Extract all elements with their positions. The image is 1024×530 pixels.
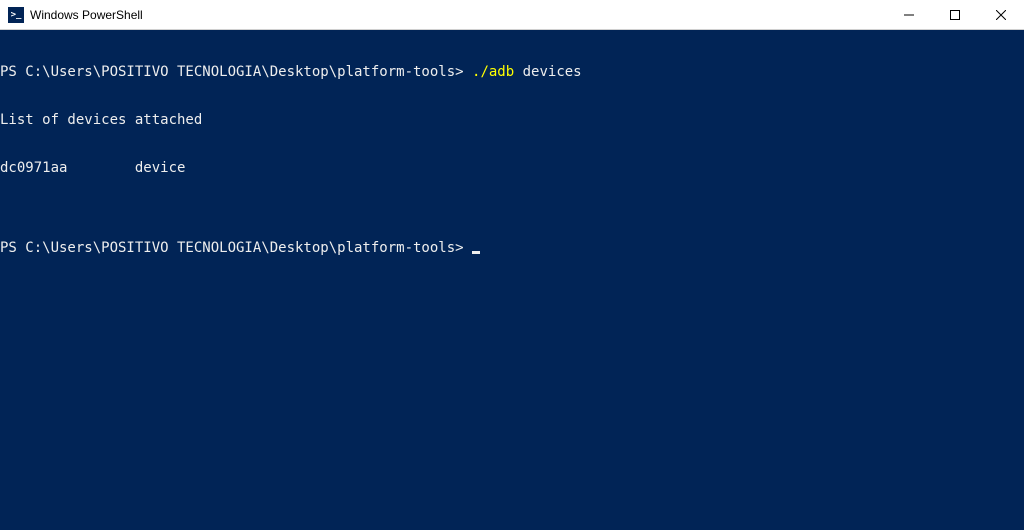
terminal-output-line: List of devices attached [0,112,1024,128]
terminal-area[interactable]: PS C:\Users\POSITIVO TECNOLOGIA\Desktop\… [0,30,1024,530]
cursor-icon [472,251,480,254]
maximize-icon [950,10,960,20]
prompt-text: PS C:\Users\POSITIVO TECNOLOGIA\Desktop\… [0,64,472,80]
titlebar-left: >_ Windows PowerShell [8,7,143,23]
command-args: devices [514,64,581,80]
minimize-icon [904,10,914,20]
powershell-icon: >_ [8,7,24,23]
window-titlebar: >_ Windows PowerShell [0,0,1024,30]
terminal-output-line: dc0971aa device [0,160,1024,176]
terminal-line: PS C:\Users\POSITIVO TECNOLOGIA\Desktop\… [0,240,1024,256]
window-title: Windows PowerShell [30,8,143,22]
minimize-button[interactable] [886,0,932,29]
maximize-button[interactable] [932,0,978,29]
terminal-line: PS C:\Users\POSITIVO TECNOLOGIA\Desktop\… [0,64,1024,80]
powershell-icon-glyph: >_ [11,10,22,20]
close-icon [996,10,1006,20]
prompt-text: PS C:\Users\POSITIVO TECNOLOGIA\Desktop\… [0,240,472,256]
close-button[interactable] [978,0,1024,29]
command-executable: ./adb [472,64,514,80]
window-controls [886,0,1024,29]
